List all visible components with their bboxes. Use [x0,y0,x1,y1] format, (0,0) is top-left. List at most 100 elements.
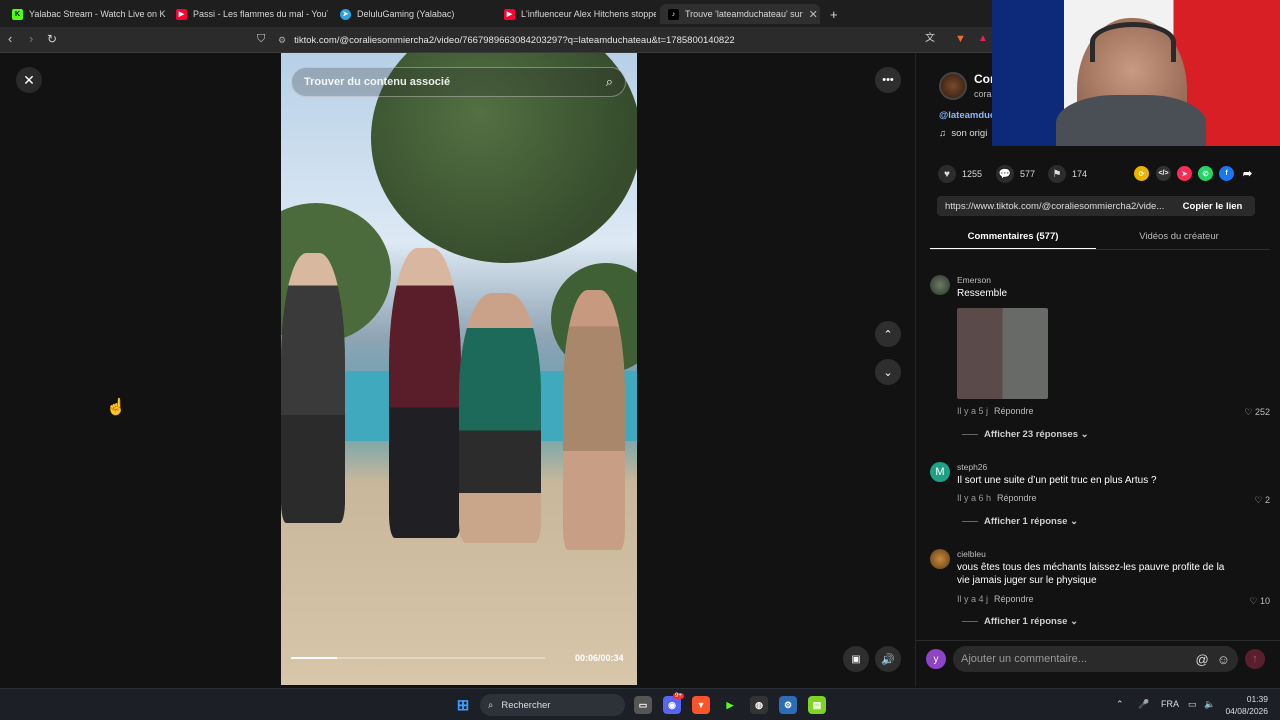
comment-username[interactable]: cielbleu [957,549,986,559]
clock-time[interactable]: 01:39 [1226,694,1268,704]
chevron-down-icon: ⌄ [1070,516,1079,527]
browser-tab-telegram[interactable]: ➤ DeluluGaming (Yalabac) [332,4,492,24]
chevron-down-icon: ⌄ [883,366,893,379]
site-info-icon[interactable]: ⚙ [278,35,286,46]
miniplayer-icon: ▣ [851,653,861,665]
copy-link-button[interactable]: Copier le lien [1170,196,1255,216]
comment-meta: Il y a 4 j Répondre [957,594,1034,604]
close-tab-icon[interactable]: ✕ [809,8,818,21]
comment-stat[interactable]: 💬 577 [996,165,1035,183]
browser-tab-youtube-2[interactable]: ▶ L'influenceur Alex Hitchens stoppe b [496,4,656,24]
obs-icon[interactable]: ◍ [750,696,768,714]
forward-icon[interactable]: › [29,31,33,47]
tab-comments[interactable]: Commentaires (577) [930,231,1096,242]
comment-like-button[interactable]: ♡ 10 [1249,596,1270,607]
browser-tab-youtube[interactable]: ▶ Passi - Les flammes du mal - YouTube [168,4,328,24]
comment-image[interactable] [957,308,1048,399]
language-indicator[interactable]: FRA [1161,699,1179,709]
related-search-input[interactable]: Trouver du contenu associé ⌕ [291,67,626,97]
share-link-box[interactable]: https://www.tiktok.com/@coraliesommierch… [937,196,1255,216]
embed-icon[interactable]: </> [1156,166,1171,181]
view-replies-button[interactable]: Afficher 1 réponse ⌄ [962,616,1078,627]
comment-username[interactable]: Emerson [957,275,991,285]
person [389,248,461,538]
translate-icon[interactable]: 文 [925,31,935,47]
comment-username[interactable]: steph26 [957,462,987,472]
kick-icon: K [12,8,23,20]
tray-overflow-icon[interactable]: ⌃ [1116,699,1124,710]
reply-link[interactable]: Répondre [994,406,1034,416]
share-arrow-icon[interactable]: ➦ [1240,166,1255,181]
windows-start-icon[interactable]: ⊞ [454,696,472,714]
taskbar-search[interactable]: ⌕ Rechercher [480,694,625,716]
view-replies-button[interactable]: Afficher 1 réponse ⌄ [962,516,1078,527]
next-video-button[interactable]: ⌄ [875,359,901,385]
reload-icon[interactable]: ↻ [47,31,57,47]
comment-input[interactable]: Ajouter un commentaire... @ ☺ [953,646,1238,672]
miniplayer-button[interactable]: ▣ [843,646,869,672]
new-tab-button[interactable]: + [822,4,844,24]
reply-link[interactable]: Répondre [997,493,1037,503]
author-avatar[interactable] [939,72,967,100]
comment-meta: Il y a 5 j Répondre [957,406,1034,416]
chevron-down-icon: ⌄ [1070,616,1079,627]
url-text: tiktok.com/@coraliesommiercha2/video/766… [294,34,735,46]
comment-item: Emerson Ressemble Il y a 5 j Répondre ♡ 2… [930,275,1270,440]
close-video-button[interactable]: ✕ [16,67,42,93]
browser-tab-kick[interactable]: K Yalabac Stream - Watch Live on Kick [4,4,166,24]
tab-creator-videos[interactable]: Vidéos du créateur [1096,231,1262,242]
search-icon[interactable]: ⌕ [606,74,613,90]
emoji-icon[interactable]: ☺ [1217,652,1230,667]
reply-link[interactable]: Répondre [994,594,1034,604]
volume-button[interactable]: 🔊 [875,646,901,672]
clock-date[interactable]: 04/08/2026 [1222,706,1268,716]
save-stat[interactable]: ⚑ 174 [1048,165,1087,183]
microphone-icon[interactable]: 🎤 [1138,699,1149,710]
brave-shield-icon[interactable]: ▼ [955,31,966,47]
video-progress-bar[interactable] [291,657,545,659]
url-field[interactable]: ⚙ tiktok.com/@coraliesommiercha2/video/7… [278,30,918,50]
previous-video-button[interactable]: ⌃ [875,321,901,347]
task-view-icon[interactable]: ▭ [634,696,652,714]
rewards-icon[interactable]: ▲ [978,31,988,47]
tiktok-icon: ♪ [668,8,679,20]
notes-app-icon[interactable]: ▤ [808,696,826,714]
kick-app-icon[interactable]: ▶ [721,696,739,714]
video-player[interactable] [281,53,637,685]
repost-icon[interactable]: ⟳ [1134,166,1149,181]
video-progress-fill [291,657,337,659]
settings-icon[interactable]: ⚙ [779,696,797,714]
bookmark-icon[interactable]: ⛉ [257,31,265,47]
view-replies-button[interactable]: Afficher 23 réponses ⌄ [962,429,1089,440]
comment-meta: Il y a 6 h Répondre [957,493,1037,503]
commenter-avatar[interactable] [930,549,950,569]
send-icon[interactable]: ➤ [1177,166,1192,181]
music-note-icon: ♫ [939,128,947,139]
sound-link[interactable]: ♫ son origi [939,128,987,139]
more-dots-icon: ••• [882,74,894,86]
user-avatar[interactable]: y [926,649,946,669]
more-options-button[interactable]: ••• [875,67,901,93]
brave-icon[interactable]: ▼ [692,696,710,714]
send-comment-button[interactable]: ↑ [1245,649,1265,669]
speaker-icon[interactable]: 🔈 [1204,699,1215,710]
back-icon[interactable]: ‹ [8,31,12,47]
commenter-avatar[interactable] [930,275,950,295]
youtube-icon: ▶ [504,8,515,20]
network-icon[interactable]: ▭ [1188,699,1197,710]
tab-divider [930,249,1270,250]
comment-like-button[interactable]: ♡ 2 [1254,495,1270,506]
commenter-avatar[interactable]: M [930,462,950,482]
like-stat[interactable]: ♥ 1255 [938,165,982,183]
person [563,290,625,550]
mention-icon[interactable]: @ [1196,652,1209,667]
facebook-icon[interactable]: f [1219,166,1234,181]
close-icon: ✕ [23,71,35,88]
browser-tab-tiktok[interactable]: ♪ Trouve 'lateamduchateau' sur ✕ [660,4,820,24]
comment-like-button[interactable]: ♡ 252 [1244,407,1270,418]
hashtag-link[interactable]: @lateamduc [939,110,995,121]
person [459,293,541,543]
chevron-down-icon: ⌄ [1080,429,1089,440]
heart-outline-icon: ♡ [1244,407,1253,417]
whatsapp-icon[interactable]: ✆ [1198,166,1213,181]
